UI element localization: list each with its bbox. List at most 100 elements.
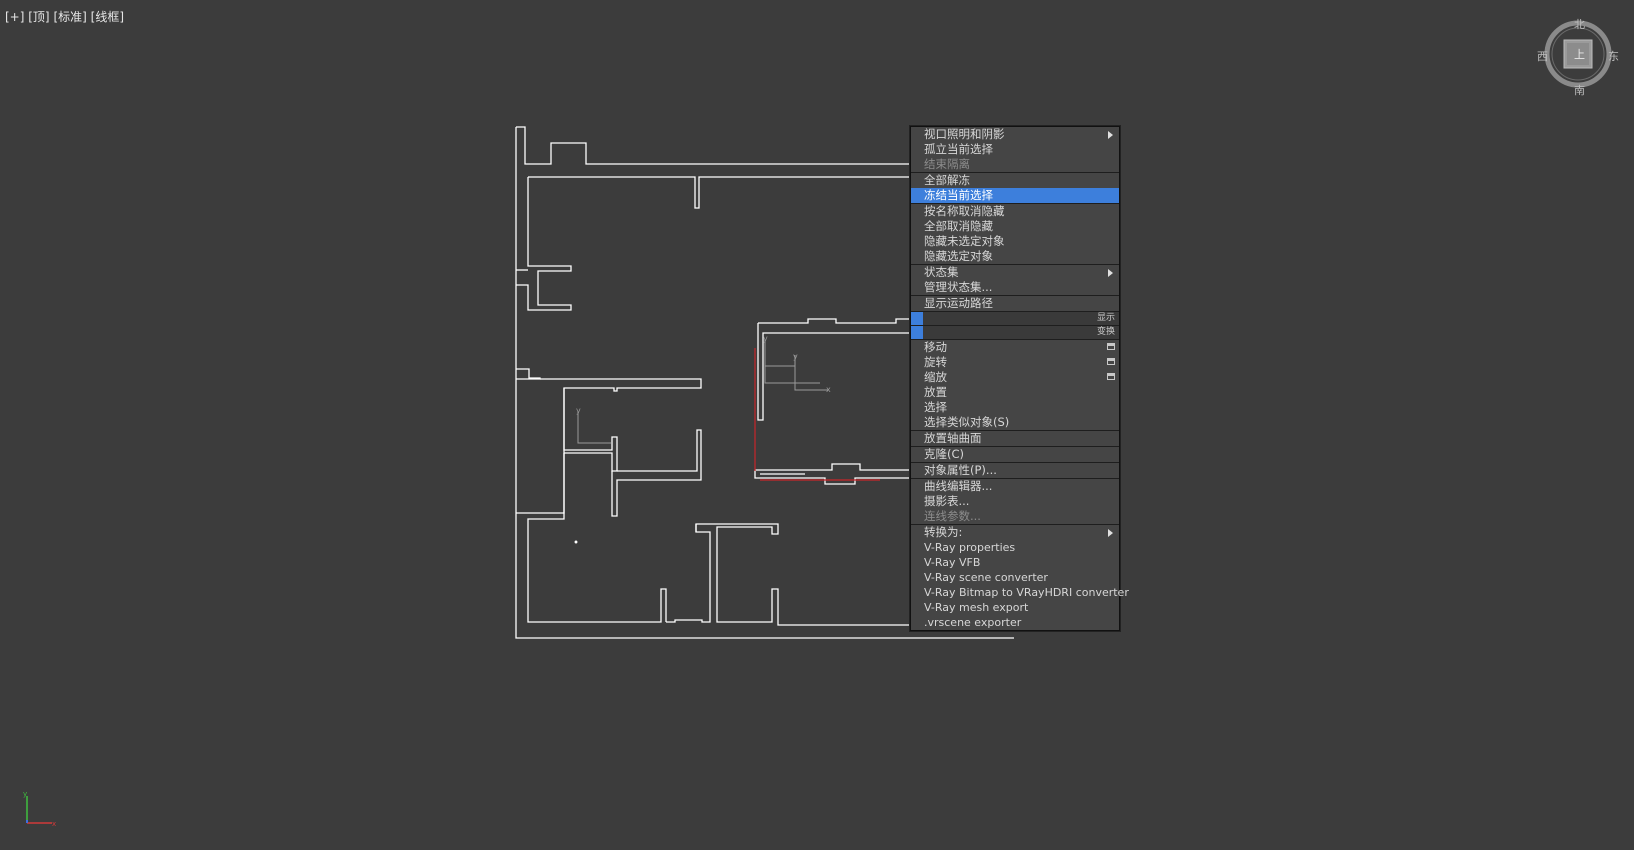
plan-wall	[527, 453, 667, 623]
axis-x-label: x	[52, 820, 56, 828]
menu-item-freeze-selection[interactable]: 冻结当前选择	[911, 188, 1119, 203]
menu-item-label: 对象属性(P)...	[924, 463, 997, 477]
menu-item-label: 管理状态集...	[924, 280, 993, 294]
menu-item-label: 移动	[924, 340, 947, 354]
quad-menu: 视口照明和阴影 孤立当前选择 结束隔离 全部解冻 冻结当前选择 按名称取消隐藏 …	[910, 126, 1129, 631]
quadrant-title-label: 显示	[1096, 313, 1115, 323]
menu-item-vray-properties[interactable]: V-Ray properties	[911, 540, 1119, 555]
menu-item-label: 旋转	[924, 355, 947, 369]
viewcube-south[interactable]: 南	[1574, 82, 1585, 98]
quadrant-title-label: 变换	[1096, 327, 1115, 337]
menu-item-state-sets[interactable]: 状态集	[911, 265, 1119, 280]
menu-item-select-similar[interactable]: 选择类似对象(S)	[911, 415, 1119, 430]
viewcube-top-face[interactable]: 上	[1574, 46, 1585, 62]
menu-item-vray-bitmap-converter[interactable]: V-Ray Bitmap to VRayHDRI converter	[911, 585, 1129, 600]
menu-item-wire-parameters[interactable]: 连线参数...	[911, 509, 1119, 524]
plan-wall	[666, 523, 910, 626]
menu-item-label: V-Ray Bitmap to VRayHDRI converter	[924, 586, 1129, 599]
viewcube-east[interactable]: 东	[1608, 48, 1619, 64]
plan-wall	[757, 323, 910, 421]
menu-item-label: 显示运动路径	[924, 296, 993, 310]
menu-item-place[interactable]: 放置	[911, 385, 1119, 400]
menu-item-label: 视口照明和阴影	[924, 127, 1005, 141]
menu-item-label: 摄影表...	[924, 494, 970, 508]
menu-item-label: 状态集	[924, 265, 959, 279]
menu-item-unhide-all[interactable]: 全部取消隐藏	[911, 219, 1119, 234]
menu-item-hide-unselected[interactable]: 隐藏未选定对象	[911, 234, 1119, 249]
menu-item-label: 连线参数...	[924, 509, 981, 523]
viewcube-west[interactable]: 西	[1537, 48, 1548, 64]
pivot-y-label: y	[763, 334, 768, 343]
pivot-marker	[764, 340, 820, 384]
menu-item-viewport-lighting-shadows[interactable]: 视口照明和阴影	[911, 127, 1119, 142]
menu-item-hide-selection[interactable]: 隐藏选定对象	[911, 249, 1119, 264]
menu-item-end-isolate[interactable]: 结束隔离	[911, 157, 1119, 172]
menu-item-object-properties[interactable]: 对象属性(P)...	[911, 463, 1119, 478]
menu-item-label: V-Ray properties	[924, 541, 1016, 554]
transform-quadrant: 移动 旋转 缩放 放置 选择 选择类似对象(S) 放置轴曲面 克隆(C) 对象属…	[911, 340, 1129, 630]
menu-item-vray-vfb[interactable]: V-Ray VFB	[911, 555, 1119, 570]
menu-item-scale[interactable]: 缩放	[911, 370, 1119, 385]
menu-item-label: V-Ray mesh export	[924, 601, 1029, 614]
plan-wall	[755, 463, 910, 471]
menu-item-label: 选择	[924, 400, 947, 414]
transform-quadrant-title: 变换	[911, 326, 1119, 340]
plan-wall	[516, 126, 910, 165]
plan-wall	[528, 176, 910, 209]
viewcube-north[interactable]: 北	[1574, 16, 1585, 32]
menu-item-label: 冻结当前选择	[924, 188, 993, 202]
viewport[interactable]: [+] [顶] [标准] [线框] y y y x 北 南 东 西 上 y x	[0, 0, 1634, 850]
menu-item-label: 缩放	[924, 370, 947, 384]
plan-wall	[516, 378, 702, 514]
menu-item-unfreeze-all[interactable]: 全部解冻	[911, 173, 1119, 188]
submenu-arrow-icon	[1108, 529, 1113, 537]
pivot-x-label: x	[826, 385, 831, 394]
menu-item-clone[interactable]: 克隆(C)	[911, 447, 1119, 462]
menu-item-vray-mesh-export[interactable]: V-Ray mesh export	[911, 600, 1119, 615]
floor-plan-drawing[interactable]: y y y x	[0, 0, 1634, 850]
menu-item-label: 放置	[924, 385, 947, 399]
menu-item-label: 选择类似对象(S)	[924, 415, 1010, 429]
menu-item-label: 曲线编辑器...	[924, 479, 993, 493]
menu-item-label: 按名称取消隐藏	[924, 204, 1005, 218]
menu-item-rotate[interactable]: 旋转	[911, 355, 1119, 370]
plan-wall	[516, 177, 572, 311]
pivot-y-label: y	[793, 352, 798, 361]
menu-item-place-pivot-surface[interactable]: 放置轴曲面	[911, 431, 1119, 446]
menu-item-label: 结束隔离	[924, 157, 970, 171]
menu-item-label: 克隆(C)	[924, 447, 965, 461]
viewcube-ring	[1544, 20, 1612, 88]
display-quadrant-title: 显示	[911, 311, 1119, 326]
submenu-arrow-icon	[1108, 269, 1113, 277]
menu-item-dope-sheet[interactable]: 摄影表...	[911, 494, 1119, 509]
menu-item-display-trajectory[interactable]: 显示运动路径	[911, 296, 1119, 311]
menu-item-unhide-by-name[interactable]: 按名称取消隐藏	[911, 204, 1119, 219]
menu-item-select[interactable]: 选择	[911, 400, 1119, 415]
menu-item-label: 隐藏选定对象	[924, 249, 993, 263]
menu-item-move[interactable]: 移动	[911, 340, 1119, 355]
axis-tripod: y x	[23, 790, 56, 828]
plan-point	[574, 540, 578, 544]
quadrant-color-swatch	[911, 312, 923, 325]
quadrant-color-swatch	[911, 326, 923, 339]
menu-item-manage-state-sets[interactable]: 管理状态集...	[911, 280, 1119, 295]
plan-wall	[611, 429, 702, 517]
submenu-arrow-icon	[1108, 131, 1113, 139]
pivot-y-label: y	[576, 406, 581, 415]
menu-item-label: V-Ray scene converter	[924, 571, 1048, 584]
menu-item-label: 转换为:	[924, 525, 963, 539]
settings-box-icon[interactable]	[1107, 343, 1115, 350]
menu-item-label: 全部取消隐藏	[924, 219, 993, 233]
plan-wall	[754, 470, 910, 485]
viewcube[interactable]: 北 南 东 西 上	[1537, 16, 1634, 112]
menu-item-isolate-selection[interactable]: 孤立当前选择	[911, 142, 1119, 157]
menu-item-label: .vrscene exporter	[924, 616, 1022, 629]
menu-item-vrscene-exporter[interactable]: .vrscene exporter	[911, 615, 1119, 630]
menu-item-curve-editor[interactable]: 曲线编辑器...	[911, 479, 1119, 494]
settings-box-icon[interactable]	[1107, 373, 1115, 380]
display-quadrant: 视口照明和阴影 孤立当前选择 结束隔离 全部解冻 冻结当前选择 按名称取消隐藏 …	[911, 127, 1119, 311]
settings-box-icon[interactable]	[1107, 358, 1115, 365]
menu-item-vray-scene-converter[interactable]: V-Ray scene converter	[911, 570, 1119, 585]
menu-item-label: 隐藏未选定对象	[924, 234, 1005, 248]
menu-item-convert-to[interactable]: 转换为:	[911, 525, 1119, 540]
